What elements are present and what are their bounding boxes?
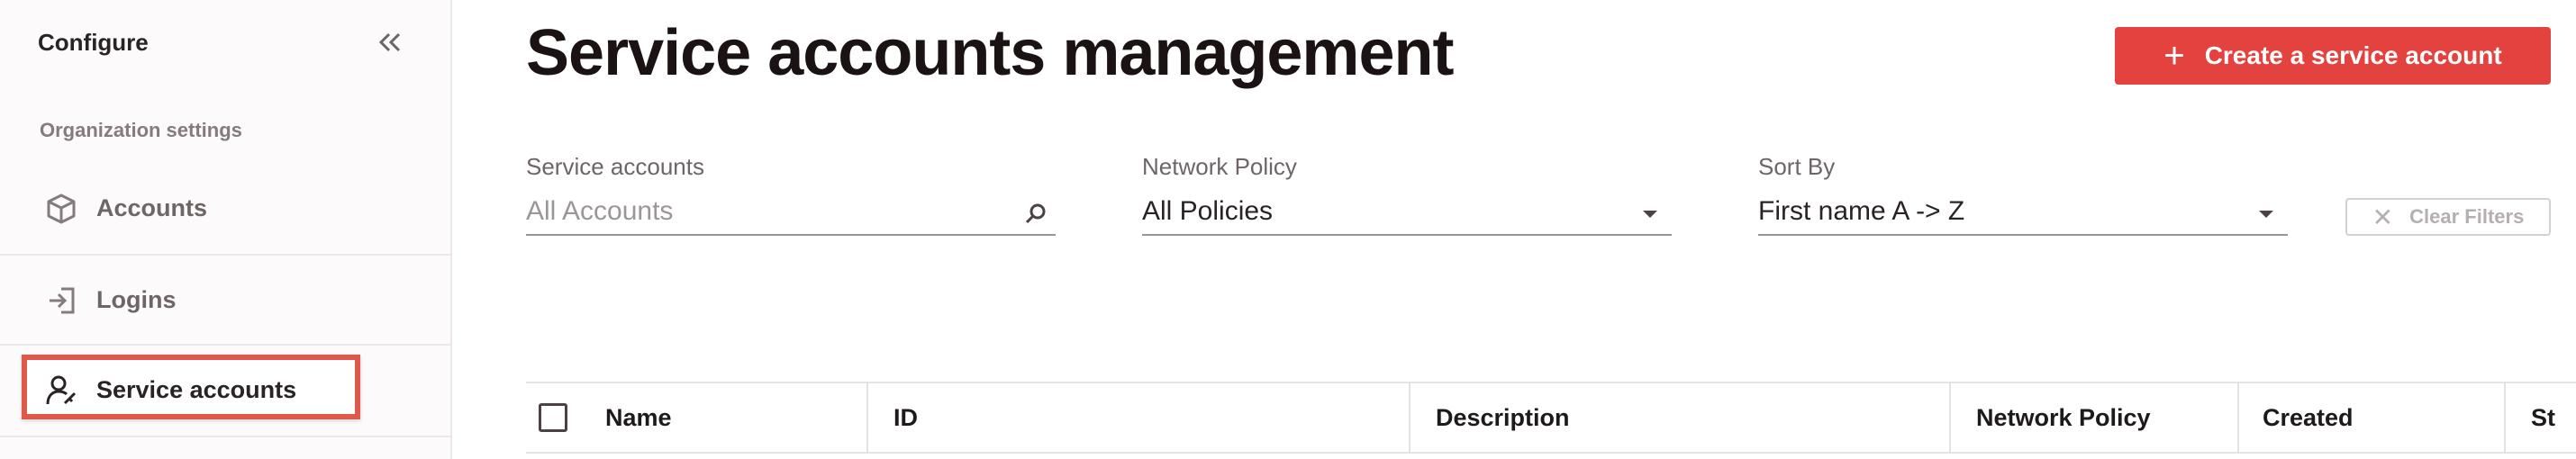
sidebar-item-label: Service accounts — [96, 376, 297, 403]
column-header-description[interactable]: Description — [1436, 383, 1570, 452]
column-header-status[interactable]: St — [2531, 383, 2555, 452]
filter-label: Network Policy — [1142, 153, 1297, 180]
create-button-label: Create a service account — [2204, 41, 2502, 69]
filter-label: Service accounts — [526, 153, 704, 180]
clear-filters-label: Clear Filters — [2409, 205, 2525, 228]
sidebar-section-label: Organization settings — [40, 119, 242, 141]
sidebar-item-label: Logins — [96, 286, 177, 313]
divider — [0, 436, 450, 437]
filter-label: Sort By — [1758, 153, 1836, 180]
sidebar-title: Configure — [38, 29, 149, 56]
plus-icon: + — [2163, 36, 2185, 76]
sidebar-item-service-accounts[interactable]: Service accounts — [0, 344, 450, 434]
column-header-network-policy[interactable]: Network Policy — [1976, 383, 2151, 452]
clear-filters-button[interactable]: ✕ Clear Filters — [2345, 198, 2551, 236]
select-value: First name A -> Z — [1758, 196, 1965, 226]
login-icon — [50, 287, 75, 314]
column-header-id[interactable]: ID — [893, 383, 918, 452]
select-all-checkbox[interactable] — [539, 403, 567, 432]
sidebar-item-label: Accounts — [96, 194, 208, 221]
double-chevron-left-icon — [378, 32, 401, 52]
network-policy-filter: Network Policy All Policies — [1142, 149, 1672, 238]
create-service-account-button[interactable]: + Create a service account — [2115, 27, 2551, 85]
chevron-down-icon — [1643, 211, 1657, 218]
service-account-icon — [46, 375, 77, 405]
page-title: Service accounts management — [526, 17, 1454, 89]
sort-by-select[interactable]: First name A -> Z — [1758, 194, 2288, 236]
column-divider — [1409, 383, 1410, 452]
column-divider — [2504, 383, 2506, 452]
search-input[interactable] — [526, 196, 994, 227]
chevron-down-icon — [2259, 211, 2273, 218]
column-header-name[interactable]: Name — [605, 383, 672, 452]
column-header-created[interactable]: Created — [2263, 383, 2354, 452]
column-divider — [2237, 383, 2239, 452]
cube-icon — [47, 194, 76, 224]
table-header: Name ID Description Network Policy Creat… — [526, 382, 2576, 454]
sidebar-item-logins[interactable]: Logins — [0, 254, 450, 344]
column-divider — [866, 383, 868, 452]
sort-by-filter: Sort By First name A -> Z — [1758, 149, 2288, 238]
search-field — [526, 194, 1056, 236]
sidebar-item-accounts[interactable]: Accounts — [0, 164, 450, 254]
column-divider — [1949, 383, 1951, 452]
close-icon: ✕ — [2372, 202, 2394, 231]
select-value: All Policies — [1142, 196, 1274, 226]
search-icon[interactable] — [1023, 202, 1048, 227]
service-accounts-filter: Service accounts — [526, 149, 1056, 238]
sidebar: Configure Organization settings Accounts… — [0, 0, 452, 459]
collapse-sidebar-button[interactable] — [375, 27, 405, 58]
network-policy-select[interactable]: All Policies — [1142, 194, 1672, 236]
